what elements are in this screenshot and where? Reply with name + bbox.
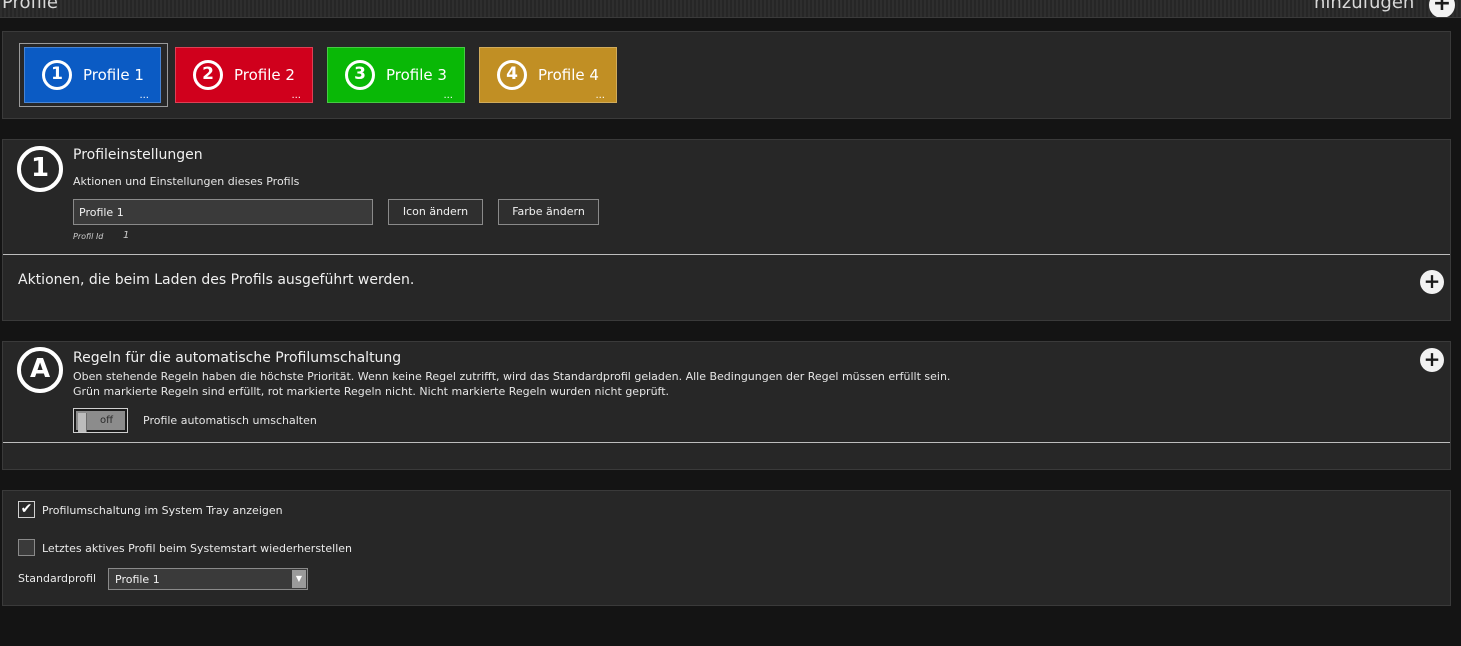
add-profile-label[interactable]: hinzufügen xyxy=(1314,0,1414,13)
profile-label: Profile 3 xyxy=(386,66,447,84)
restore-label: Letztes aktives Profil beim Systemstart … xyxy=(42,542,352,555)
profile-label: Profile 1 xyxy=(83,66,144,84)
profile-tile-4[interactable]: 4 Profile 4 ... xyxy=(479,47,617,103)
load-actions-label: Aktionen, die beim Laden des Profils aus… xyxy=(18,272,415,288)
profile-number-icon: 3 xyxy=(345,60,375,90)
auto-switch-label: Profile automatisch umschalten xyxy=(143,414,317,427)
plus-circle-icon[interactable]: + xyxy=(1429,0,1455,17)
divider xyxy=(3,254,1450,255)
change-icon-button[interactable]: Icon ändern xyxy=(388,199,483,225)
profile-label: Profile 4 xyxy=(538,66,599,84)
more-options-icon[interactable]: ... xyxy=(291,91,301,101)
more-options-icon[interactable]: ... xyxy=(595,91,605,101)
divider xyxy=(3,442,1450,443)
page-title: Profile xyxy=(2,0,58,13)
rules-title: Regeln für die automatische Profilumscha… xyxy=(73,350,402,366)
tray-label: Profilumschaltung im System Tray anzeige… xyxy=(42,504,283,517)
profile-label: Profile 2 xyxy=(234,66,295,84)
change-color-button[interactable]: Farbe ändern xyxy=(498,199,599,225)
auto-switch-icon: A xyxy=(17,347,63,393)
add-action-plus-icon[interactable]: + xyxy=(1420,270,1444,294)
profile-tile-1[interactable]: 1 Profile 1 ... xyxy=(24,47,161,103)
profile-number-icon: 1 xyxy=(42,60,72,90)
tray-checkbox[interactable]: ✔ xyxy=(18,501,35,518)
restore-checkbox[interactable] xyxy=(18,539,35,556)
default-profile-label: Standardprofil xyxy=(18,572,97,585)
toggle-track: off xyxy=(76,411,125,432)
add-rule-plus-icon[interactable]: + xyxy=(1420,348,1444,372)
profile-id-label: Profil Id xyxy=(73,232,104,241)
rules-description-1: Oben stehende Regeln haben die höchste P… xyxy=(73,370,951,383)
toggle-state: off xyxy=(100,415,114,426)
toggle-knob xyxy=(78,413,87,432)
profile-tile-3[interactable]: 3 Profile 3 ... xyxy=(327,47,465,103)
profile-tile-2[interactable]: 2 Profile 2 ... xyxy=(175,47,313,103)
default-profile-select[interactable]: Profile 1 ▼ xyxy=(108,568,308,590)
more-options-icon[interactable]: ... xyxy=(139,91,149,101)
default-profile-value: Profile 1 xyxy=(115,573,160,586)
profile-settings-panel xyxy=(2,139,1451,321)
settings-subtitle: Aktionen und Einstellungen dieses Profil… xyxy=(73,175,300,188)
profile-number-icon: 2 xyxy=(193,60,223,90)
settings-title: Profileinstellungen xyxy=(73,147,203,163)
profile-number-icon: 4 xyxy=(497,60,527,90)
checkmark-icon: ✔ xyxy=(20,501,33,517)
header-bar: Profile hinzufügen + xyxy=(0,0,1461,18)
dropdown-arrow-icon[interactable]: ▼ xyxy=(292,570,306,588)
rules-description-2: Grün markierte Regeln sind erfüllt, rot … xyxy=(73,385,670,398)
more-options-icon[interactable]: ... xyxy=(443,91,453,101)
auto-switch-toggle[interactable]: off xyxy=(73,408,128,433)
profile-number-icon: 1 xyxy=(17,146,63,192)
profile-id-value: 1 xyxy=(123,230,130,241)
profile-name-input[interactable] xyxy=(73,199,373,225)
